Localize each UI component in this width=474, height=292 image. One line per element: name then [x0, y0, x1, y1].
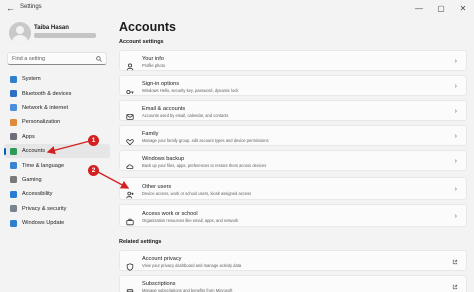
card-title: Family [142, 130, 159, 137]
card-family[interactable]: Family Manage your family group, edit acc… [119, 125, 467, 146]
bluetooth-icon [10, 90, 17, 98]
sidebar-item-label: Network & internet [22, 104, 69, 111]
add-user-icon [126, 186, 134, 198]
section-label-account-settings: Account settings [119, 39, 164, 45]
minimize-button[interactable]: — [408, 0, 430, 18]
card-description: Profile photo [142, 63, 165, 68]
shield-icon [10, 205, 17, 213]
card-description: View your privacy dashboard and manage a… [142, 263, 242, 268]
card-windows-backup[interactable]: Windows backup Back up your files, apps, … [119, 150, 467, 171]
heart-icon [126, 133, 134, 145]
card-title: Your info [142, 55, 164, 62]
section-label-related-settings: Related settings [119, 239, 162, 245]
sidebar-item-label: Personalization [22, 119, 61, 126]
sidebar-item-network-internet[interactable]: Network & internet [4, 101, 110, 115]
profile-email-redacted [34, 33, 96, 38]
page-title: Accounts [119, 20, 176, 34]
update-icon [10, 219, 17, 227]
external-link-icon [452, 259, 458, 264]
annotation-badge-2: 2 [88, 165, 99, 176]
window-controls: — ▢ ✕ [408, 0, 474, 18]
avatar[interactable] [9, 22, 31, 44]
person-icon [126, 58, 134, 70]
chevron-right-icon: › [454, 213, 457, 220]
sidebar-item-label: Windows Update [22, 220, 65, 227]
card-description: Back up your files, apps, preferences to… [142, 163, 267, 168]
backup-icon [126, 158, 134, 169]
briefcase-icon [126, 213, 134, 225]
sidebar-item-personalization[interactable]: Personalization [4, 115, 110, 129]
accounts-icon [10, 147, 17, 155]
sidebar-item-accessibility[interactable]: Accessibility [4, 187, 110, 201]
external-link-icon [452, 284, 458, 289]
apps-icon [10, 133, 17, 141]
sidebar-item-label: Apps [22, 133, 35, 140]
sidebar-item-label: Accessibility [22, 191, 53, 198]
related-card-account-privacy[interactable]: Account privacy View your privacy dashboa… [119, 250, 467, 271]
card-title: Access work or school [142, 210, 198, 217]
back-arrow-icon[interactable]: ← [6, 3, 15, 13]
sidebar-item-windows-update[interactable]: Windows Update [4, 216, 110, 230]
related-card-subscriptions[interactable]: Subscriptions Manage subscriptions and be… [119, 275, 467, 292]
gaming-icon [10, 176, 17, 184]
card-title: Account privacy [142, 255, 182, 262]
sidebar-item-label: System [22, 76, 41, 83]
search-icon [96, 56, 102, 62]
profile-name: Taiba Hasan [34, 25, 69, 31]
card-sign-in-options[interactable]: Sign-in options Windows Hello, security k… [119, 75, 467, 96]
sidebar-item-label: Privacy & security [22, 205, 67, 212]
card-description: Manage your family group, edit account t… [142, 138, 269, 143]
card-title: Other users [142, 183, 172, 190]
card-description: Device access, work or school users, kio… [142, 191, 252, 196]
shield-icon [126, 258, 134, 271]
chevron-right-icon: › [454, 83, 457, 90]
card-your-info[interactable]: Your info Profile photo › [119, 50, 467, 71]
maximize-button[interactable]: ▢ [430, 0, 452, 18]
sidebar-item-privacy-security[interactable]: Privacy & security [4, 202, 110, 216]
sidebar-item-label: Accounts [22, 148, 46, 155]
card-description: Organization resources like email, apps,… [142, 218, 239, 223]
system-icon [10, 75, 17, 83]
card-description: Manage subscriptions and benefits from M… [142, 288, 233, 292]
close-button[interactable]: ✕ [452, 0, 474, 18]
chevron-right-icon: › [454, 58, 457, 65]
sidebar-item-label: Bluetooth & devices [22, 90, 72, 97]
annotation-badge-1: 1 [88, 135, 99, 146]
sidebar-item-accounts[interactable]: Accounts [4, 143, 110, 159]
sidebar-item-label: Gaming [22, 176, 42, 183]
mail-icon [126, 108, 134, 120]
search-input[interactable] [12, 55, 92, 63]
network-icon [10, 104, 17, 112]
card-description: Windows Hello, security key, password, d… [142, 88, 239, 93]
chevron-right-icon: › [454, 108, 457, 115]
chevron-right-icon: › [454, 133, 457, 140]
sidebar-item-label: Time & language [22, 162, 65, 169]
subscriptions-icon [126, 283, 134, 292]
sidebar-nav: System Bluetooth & devices Network & inter… [4, 72, 110, 230]
card-title: Windows backup [142, 155, 185, 162]
card-access-work-or-school[interactable]: Access work or school Organization resour… [119, 204, 467, 227]
accessibility-icon [10, 190, 17, 198]
chevron-right-icon: › [454, 186, 457, 193]
search-box[interactable] [7, 52, 107, 65]
chevron-right-icon: › [454, 158, 457, 165]
card-other-users[interactable]: Other users Device access, work or school… [119, 177, 467, 200]
key-icon [126, 83, 134, 94]
brush-icon [10, 118, 17, 126]
card-email-accounts[interactable]: Email & accounts Accounts used by email, … [119, 100, 467, 121]
globe-icon [10, 162, 17, 170]
card-title: Subscriptions [142, 280, 176, 287]
card-description: Accounts used by email, calendar, and co… [142, 113, 229, 118]
card-title: Email & accounts [142, 105, 186, 112]
sidebar-item-system[interactable]: System [4, 72, 110, 86]
card-title: Sign-in options [142, 80, 180, 87]
title-bar: ← Settings — ▢ ✕ [0, 0, 474, 18]
sidebar-item-bluetooth-devices[interactable]: Bluetooth & devices [4, 86, 110, 100]
app-title: Settings [20, 4, 42, 10]
